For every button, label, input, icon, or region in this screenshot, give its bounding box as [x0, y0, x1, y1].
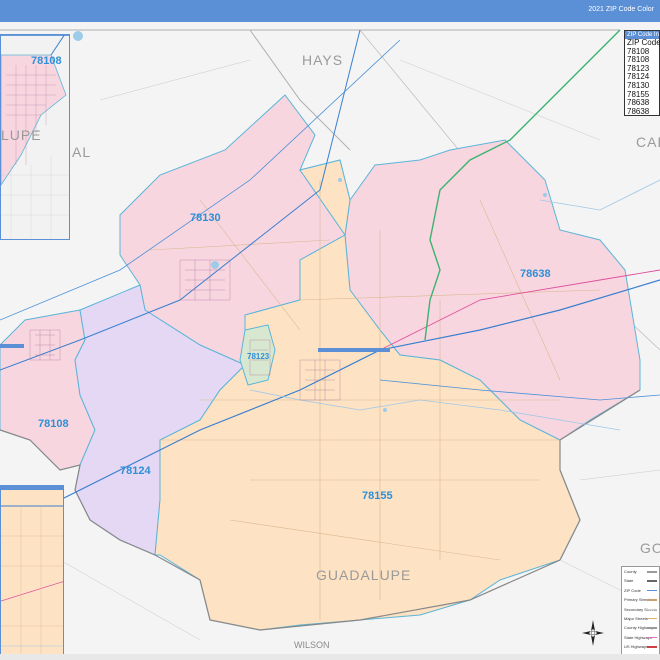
key-swatch [647, 580, 657, 582]
county-label-gonzales: GO [640, 540, 660, 556]
key-row: Major Streets [622, 614, 659, 623]
zip-label-78638: 78638 [520, 268, 551, 280]
key-swatch [647, 617, 657, 620]
key-row: State Highways [622, 633, 659, 642]
key-row: Secondary Streets [622, 605, 659, 614]
key-row: US Highways [622, 642, 659, 651]
key-row: Primary Streets [622, 595, 659, 604]
zip-label-78124: 78124 [120, 465, 151, 477]
map-canvas[interactable]: 2021 ZIP Code Color 78108 LUPE HAYS AL C… [0, 0, 660, 660]
key-row: County [622, 567, 659, 576]
zip-label-78123: 78123 [247, 352, 270, 361]
key-label: US Highways [624, 644, 649, 650]
key-label: ZIP Code [624, 587, 641, 593]
map-graphic [0, 0, 660, 660]
legend-item: 78638 [627, 106, 650, 116]
key-swatch [647, 571, 657, 573]
key-label: State [624, 578, 634, 584]
zip-code-index-legend: ZIP Code Ind ZIP Code 78108 78108 78123 … [624, 30, 660, 116]
key-swatch [647, 589, 657, 592]
county-label-caldwell: CAL [636, 134, 660, 150]
county-label-wilson: WILSON [294, 640, 330, 650]
key-row: State [622, 576, 659, 585]
inset-county-label: LUPE [1, 127, 42, 143]
zip-label-78130: 78130 [190, 212, 221, 224]
key-swatch [647, 608, 657, 611]
map-key: County State ZIP Code Primary Streets Se… [621, 566, 660, 660]
key-swatch [647, 599, 657, 601]
key-swatch [647, 636, 657, 639]
zip-label-78108: 78108 [38, 418, 69, 430]
county-label-guadalupe: GUADALUPE [316, 567, 412, 583]
bottom-bar [0, 654, 660, 660]
north-arrow-icon [580, 618, 606, 648]
key-swatch [647, 627, 657, 629]
county-label-hays: HAYS [302, 52, 344, 68]
zip-label-78155: 78155 [362, 490, 393, 502]
key-swatch [647, 646, 657, 648]
county-label-comal: AL [72, 144, 92, 160]
inset-map-south [0, 485, 64, 660]
title-bar: 2021 ZIP Code Color [0, 0, 660, 22]
inset-map-north: 78108 LUPE [0, 34, 70, 240]
key-row: ZIP Code [622, 586, 659, 595]
key-label: County [624, 569, 637, 574]
key-row: County Highways [622, 623, 659, 632]
key-label: Major Streets [624, 615, 648, 621]
inset-zip-label-78108: 78108 [31, 55, 62, 67]
map-title: 2021 ZIP Code Color [588, 6, 654, 13]
